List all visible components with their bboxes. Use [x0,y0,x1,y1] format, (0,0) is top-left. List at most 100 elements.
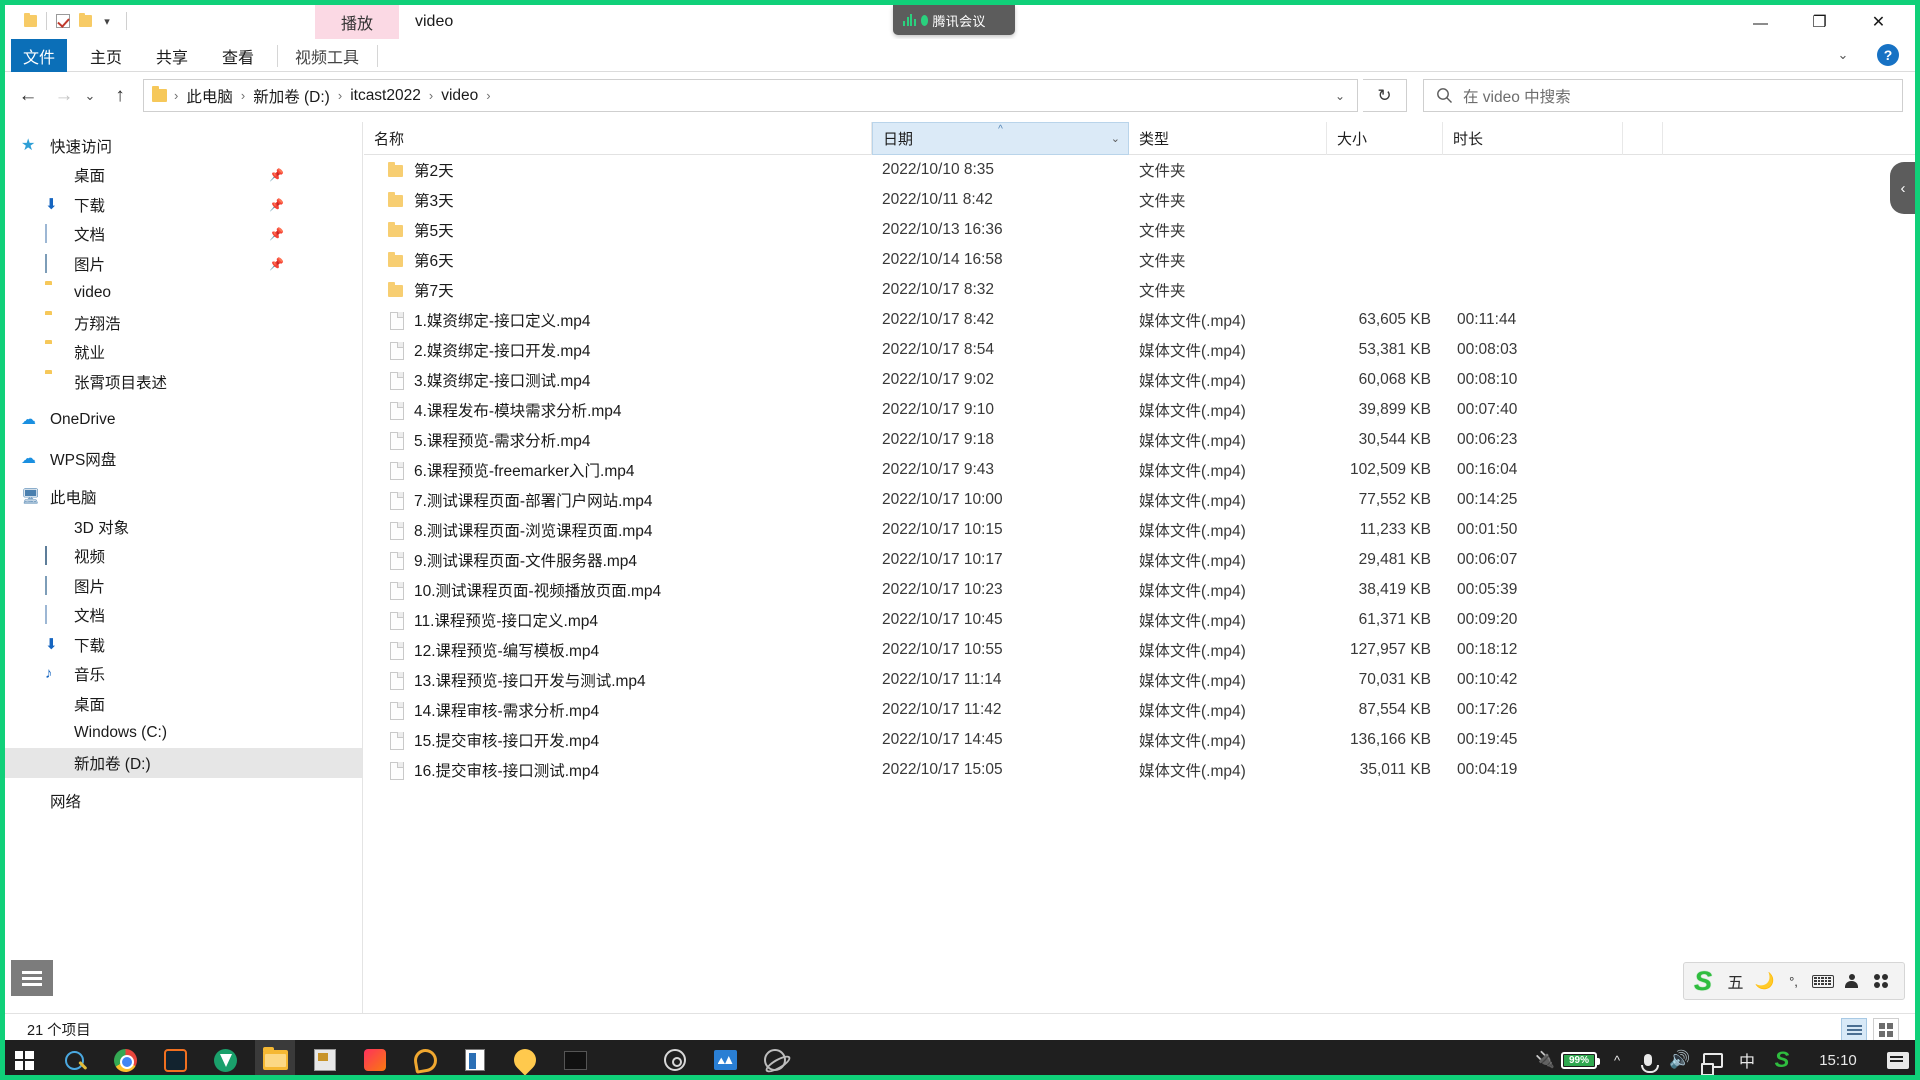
ime-mode-button[interactable]: 五 [1722,966,1749,996]
taskbar-app-news-reader[interactable] [305,1040,345,1080]
taskbar-app-chrome[interactable] [105,1040,145,1080]
tencent-meeting-overlay[interactable]: 腾讯会议 [893,5,1015,35]
taskbar-app-water-drop[interactable] [505,1040,545,1080]
table-row[interactable]: 10.测试课程页面-视频播放页面.mp4 2022/10/17 10:23 媒体文件… [364,575,1915,605]
sidebar-item-quick-access[interactable]: ★ 快速访问 [5,131,362,161]
file-name-cell[interactable]: 16.提交审核-接口测试.mp4 [364,759,872,781]
table-row[interactable]: 15.提交审核-接口开发.mp4 2022/10/17 14:45 媒体文件(.mp… [364,725,1915,755]
display-icon[interactable] [1696,1040,1730,1080]
table-row[interactable]: 第3天 2022/10/11 8:42 文件夹 [364,185,1915,215]
taskbar-app-reader-app[interactable] [455,1040,495,1080]
folder-icon[interactable] [74,10,96,32]
keyboard-icon[interactable] [1809,966,1836,996]
sidebar-item-videos[interactable]: 视频 [5,542,362,572]
table-row[interactable]: 2.媒资绑定-接口开发.mp4 2022/10/17 8:54 媒体文件(.mp4)… [364,335,1915,365]
column-header-name[interactable]: 名称 [364,122,872,155]
file-name-cell[interactable]: 15.提交审核-接口开发.mp4 [364,729,872,751]
checkbox-icon[interactable] [52,10,74,32]
navpane-overlay-button[interactable] [11,960,53,996]
file-name-cell[interactable]: 第3天 [364,189,872,211]
large-icons-view-button[interactable] [1873,1018,1899,1042]
taskbar-app-video-player[interactable] [205,1040,245,1080]
sidebar-item-pictures[interactable]: 图片 📌 [5,249,362,279]
file-name-cell[interactable]: 14.课程审核-需求分析.mp4 [364,699,872,721]
file-name-cell[interactable]: 第5天 [364,219,872,241]
breadcrumb-itcast2022[interactable]: itcast2022 [347,87,424,105]
file-name-cell[interactable]: 第7天 [364,279,872,301]
sidebar-item-zhangxiao-project[interactable]: 张霄项目表述 [5,367,362,397]
file-name-cell[interactable]: 第2天 [364,159,872,181]
address-bar[interactable]: › 此电脑 › 新加卷 (D:) › itcast2022 › video › … [143,79,1358,112]
table-row[interactable]: 4.课程发布-模块需求分析.mp4 2022/10/17 9:10 媒体文件(.mp… [364,395,1915,425]
table-row[interactable]: 11.课程预览-接口定义.mp4 2022/10/17 10:45 媒体文件(.mp… [364,605,1915,635]
file-name-cell[interactable]: 8.测试课程页面-浏览课程页面.mp4 [364,519,872,541]
table-row[interactable]: 第6天 2022/10/14 16:58 文件夹 [364,245,1915,275]
apps-icon[interactable] [1867,966,1894,996]
action-center-icon[interactable] [1876,1040,1920,1080]
file-name-cell[interactable]: 第6天 [364,249,872,271]
sogou-logo-icon[interactable]: S [1686,965,1720,997]
sidebar-item-wps-cloud[interactable]: ☁ WPS网盘 [5,444,362,474]
tab-file[interactable]: 文件 [11,39,67,72]
show-hidden-icons-button[interactable]: ^ [1602,1040,1632,1080]
file-name-cell[interactable]: 9.测试课程页面-文件服务器.mp4 [364,549,872,571]
back-button[interactable]: ← [13,80,43,112]
table-row[interactable]: 7.测试课程页面-部署门户网站.mp4 2022/10/17 10:00 媒体文件(… [364,485,1915,515]
sidebar-item-music[interactable]: ♪ 音乐 [5,660,362,690]
pin-icon[interactable]: 📌 [269,227,284,241]
volume-icon[interactable]: 🔊 [1664,1040,1696,1080]
table-row[interactable]: 第5天 2022/10/13 16:36 文件夹 [364,215,1915,245]
sogou-ime-toolbar[interactable]: S 五 🌙 °, [1683,962,1905,1000]
help-button[interactable]: ? [1877,44,1899,66]
up-button[interactable]: ↑ [105,80,135,112]
table-row[interactable]: 12.课程预览-编写模板.mp4 2022/10/17 10:55 媒体文件(.mp… [364,635,1915,665]
taskbar-app-wave-editor[interactable] [705,1040,745,1080]
tab-share[interactable]: 共享 [145,39,199,72]
taskbar-app-settings[interactable] [605,1040,645,1080]
file-name-cell[interactable]: 6.课程预览-freemarker入门.mp4 [364,459,872,481]
file-name-cell[interactable]: 4.课程发布-模块需求分析.mp4 [364,399,872,421]
file-name-cell[interactable]: 5.课程预览-需求分析.mp4 [364,429,872,451]
file-list-view[interactable]: 名称 ^ 日期 ⌄ 类型 大小 时长 第2天 2022/10/10 8:35 文件夹… [364,122,1916,1076]
sidebar-item-pictures[interactable]: 图片 [5,571,362,601]
ribbon-collapse-button[interactable]: ⌄ [1829,42,1857,68]
tab-video-tools[interactable]: 视频工具 [287,39,367,72]
sidebar-item-network[interactable]: 网络 [5,787,362,817]
sidebar-item-new-volume-d[interactable]: 新加卷 (D:) [5,748,362,778]
table-row[interactable]: 9.测试课程页面-文件服务器.mp4 2022/10/17 10:17 媒体文件(.… [364,545,1915,575]
taskbar-app-terminal[interactable] [555,1040,595,1080]
breadcrumb-video[interactable]: video [438,87,481,105]
file-name-cell[interactable]: 3.媒资绑定-接口测试.mp4 [364,369,872,391]
table-row[interactable]: 14.课程审核-需求分析.mp4 2022/10/17 11:42 媒体文件(.mp… [364,695,1915,725]
column-header-size[interactable]: 大小 [1327,122,1443,155]
close-button[interactable]: ✕ [1849,5,1908,41]
start-button[interactable] [0,1040,48,1080]
file-name-cell[interactable]: 11.课程预览-接口定义.mp4 [364,609,872,631]
file-name-cell[interactable]: 2.媒资绑定-接口开发.mp4 [364,339,872,361]
table-row[interactable]: 8.测试课程页面-浏览课程页面.mp4 2022/10/17 10:15 媒体文件(… [364,515,1915,545]
minimize-button[interactable]: — [1731,5,1790,41]
maximize-button[interactable]: ❐ [1790,5,1849,41]
search-button[interactable] [48,1040,100,1080]
tab-view[interactable]: 查看 [211,39,265,72]
pin-icon[interactable]: 📌 [269,257,284,271]
pin-icon[interactable]: 📌 [269,198,284,212]
recent-locations-button[interactable]: ⌄ [79,80,101,112]
table-row[interactable]: 16.提交审核-接口测试.mp4 2022/10/17 15:05 媒体文件(.mp… [364,755,1915,785]
table-row[interactable]: 6.课程预览-freemarker入门.mp4 2022/10/17 9:43 媒体… [364,455,1915,485]
sidebar-item-onedrive[interactable]: ☁ OneDrive [5,406,362,436]
sidebar-item-desktop[interactable]: 桌面 [5,689,362,719]
sidebar-item-video[interactable]: video [5,279,362,309]
sidebar-item-downloads[interactable]: ⬇ 下载 📌 [5,190,362,220]
column-header-type[interactable]: 类型 [1129,122,1327,155]
table-row[interactable]: 3.媒资绑定-接口测试.mp4 2022/10/17 9:02 媒体文件(.mp4)… [364,365,1915,395]
sidebar-item-downloads[interactable]: ⬇ 下载 [5,630,362,660]
file-name-cell[interactable]: 12.课程预览-编写模板.mp4 [364,639,872,661]
refresh-button[interactable]: ↻ [1363,79,1407,112]
taskbar-app-lens-app[interactable] [405,1040,445,1080]
sidebar-item-3d-objects[interactable]: 3D 对象 [5,512,362,542]
sidebar-item-windows-c[interactable]: Windows (C:) [5,719,362,749]
preview-pane-collapse-button[interactable]: ‹ [1890,162,1916,214]
taskbar-app-file-explorer[interactable] [255,1040,295,1080]
file-name-cell[interactable]: 13.课程预览-接口开发与测试.mp4 [364,669,872,691]
